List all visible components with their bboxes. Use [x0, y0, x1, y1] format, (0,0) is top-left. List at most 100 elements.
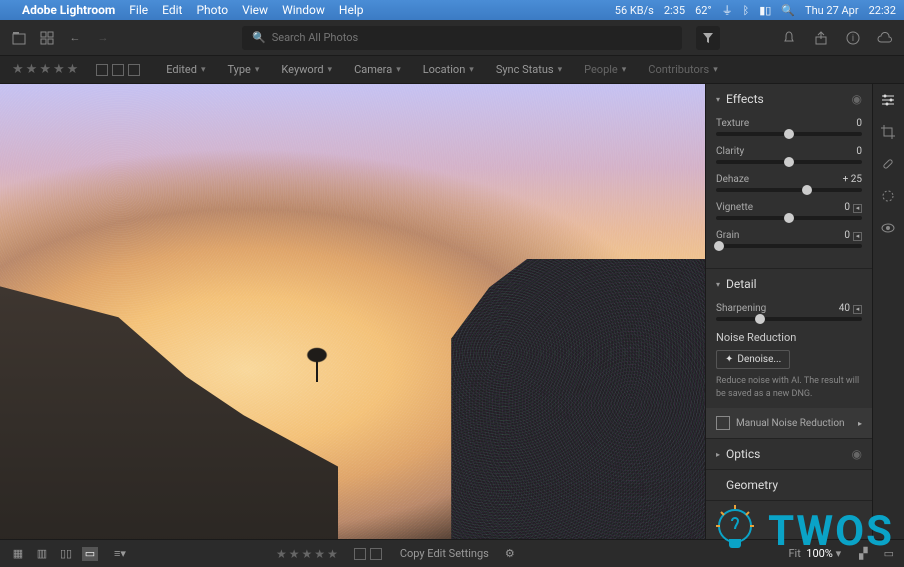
back-icon[interactable]: ←	[66, 29, 84, 47]
menu-help[interactable]: Help	[339, 3, 364, 17]
slider-thumb[interactable]	[802, 185, 812, 195]
rating-stars[interactable]: ★★★★★	[276, 547, 338, 561]
svg-text:i: i	[852, 34, 854, 44]
slider-thumb[interactable]	[755, 314, 765, 324]
search-bar[interactable]: 🔍	[242, 26, 682, 50]
star-icon[interactable]: ★	[39, 62, 51, 77]
menu-view[interactable]: View	[242, 3, 268, 17]
watermark-text: TWOS	[768, 507, 894, 556]
slider-track[interactable]	[716, 160, 862, 164]
wifi-icon[interactable]: ⏚	[722, 2, 733, 18]
cloud-icon[interactable]	[876, 29, 894, 47]
filter-type[interactable]: Type▾	[219, 63, 267, 76]
eye-icon[interactable]: ◉	[852, 92, 862, 106]
home-icon[interactable]	[10, 29, 28, 47]
slider-thumb[interactable]	[784, 129, 794, 139]
photo-viewer[interactable]	[0, 84, 705, 544]
menubar-status: 56 KB/s 2:35 62° ⏚ ᛒ ▮▯ 🔍 Thu 27 Apr 22:…	[615, 2, 896, 18]
star-icon[interactable]: ★	[276, 547, 287, 561]
slider-track[interactable]	[716, 132, 862, 136]
masking-tool-icon[interactable]	[880, 188, 898, 206]
filter-label: Keyword	[281, 63, 323, 76]
search-icon: 🔍	[252, 31, 266, 44]
slider-track[interactable]	[716, 216, 862, 220]
star-icon[interactable]: ★	[67, 62, 79, 77]
view-grid-icon[interactable]: ▦	[10, 547, 26, 561]
flag-filter[interactable]	[96, 64, 140, 76]
crop-tool-icon[interactable]	[880, 124, 898, 142]
star-icon[interactable]: ★	[289, 547, 300, 561]
menu-edit[interactable]: Edit	[162, 3, 182, 17]
star-icon[interactable]: ★	[53, 62, 65, 77]
flag-reject-icon[interactable]	[128, 64, 140, 76]
triangle-right-icon: ▸	[858, 419, 862, 428]
menu-window[interactable]: Window	[282, 3, 325, 17]
slider-track[interactable]	[716, 317, 862, 321]
filter-label: Edited	[166, 63, 197, 76]
star-icon[interactable]: ★	[314, 547, 325, 561]
filter-keyword[interactable]: Keyword▾	[273, 63, 340, 76]
photo-terrain	[0, 286, 338, 544]
manual-noise-reduction[interactable]: Manual Noise Reduction ▸	[706, 408, 872, 438]
filter-camera[interactable]: Camera▾	[346, 63, 409, 76]
filter-location[interactable]: Location▾	[415, 63, 482, 76]
star-icon[interactable]: ★	[302, 547, 313, 561]
star-icon[interactable]: ★	[26, 62, 38, 77]
section-header-detail[interactable]: ▾ Detail	[706, 269, 872, 299]
section-header-effects[interactable]: ▾ Effects ◉	[706, 84, 872, 114]
flag-reject-icon[interactable]	[370, 548, 382, 560]
app-name[interactable]: Adobe Lightroom	[22, 3, 115, 17]
healing-tool-icon[interactable]	[880, 156, 898, 174]
search-input[interactable]	[272, 31, 672, 44]
battery-icon[interactable]: ▮▯	[759, 4, 771, 17]
reset-icon[interactable]: ◂	[853, 232, 862, 241]
info-icon[interactable]: i	[844, 29, 862, 47]
reset-icon[interactable]: ◂	[853, 204, 862, 213]
rating-filter[interactable]: ★★★★★	[12, 62, 78, 77]
slider-thumb[interactable]	[714, 241, 724, 251]
view-compare-icon[interactable]: ▥	[34, 547, 50, 561]
star-icon[interactable]: ★	[327, 547, 338, 561]
slider-track[interactable]	[716, 188, 862, 192]
filter-people[interactable]: People▾	[576, 63, 634, 76]
sparkle-icon: ✦	[725, 354, 733, 365]
section-title: Geometry	[726, 478, 862, 492]
view-single-icon[interactable]: ▭	[82, 547, 98, 561]
filter-label: Location	[423, 63, 466, 76]
noise-reduction-heading: Noise Reduction	[716, 331, 862, 344]
view-detail-icon[interactable]: ▯▯	[58, 547, 74, 561]
slider-thumb[interactable]	[784, 157, 794, 167]
filter-sync[interactable]: Sync Status▾	[488, 63, 570, 76]
filter-funnel-icon[interactable]	[696, 26, 720, 50]
menu-photo[interactable]: Photo	[196, 3, 228, 17]
reset-icon[interactable]: ◂	[853, 305, 862, 314]
slider-track[interactable]	[716, 244, 862, 248]
eye-icon[interactable]: ◉	[852, 447, 862, 461]
section-header-geometry[interactable]: ▸ Geometry	[706, 470, 872, 500]
star-icon[interactable]: ★	[12, 62, 24, 77]
sort-icon[interactable]: ≡▾	[112, 547, 128, 561]
filter-edited[interactable]: Edited▾	[158, 63, 213, 76]
copy-edit-settings-button[interactable]: Copy Edit Settings	[400, 547, 489, 560]
edit-sliders-tool-icon[interactable]	[880, 92, 898, 110]
section-header-optics[interactable]: ▸ Optics ◉	[706, 439, 872, 469]
flag-unflagged-icon[interactable]	[112, 64, 124, 76]
flag-pick-icon[interactable]	[96, 64, 108, 76]
tool-strip	[872, 84, 904, 544]
slider-sharpening: Sharpening40◂	[716, 303, 862, 321]
grid-icon[interactable]	[38, 29, 56, 47]
share-icon[interactable]	[812, 29, 830, 47]
flag-pick-icon[interactable]	[354, 548, 366, 560]
gear-icon[interactable]: ⚙	[505, 547, 515, 560]
forward-icon[interactable]: →	[94, 29, 112, 47]
redeye-tool-icon[interactable]	[880, 220, 898, 238]
flag-buttons[interactable]	[354, 548, 382, 560]
denoise-button[interactable]: ✦Denoise...	[716, 350, 790, 369]
bluetooth-icon[interactable]: ᛒ	[743, 4, 750, 17]
slider-clarity: Clarity0	[716, 146, 862, 164]
bell-icon[interactable]	[780, 29, 798, 47]
slider-thumb[interactable]	[784, 213, 794, 223]
filter-contributors[interactable]: Contributors▾	[640, 63, 725, 76]
menu-file[interactable]: File	[129, 3, 148, 17]
spotlight-icon[interactable]: 🔍	[781, 4, 795, 17]
